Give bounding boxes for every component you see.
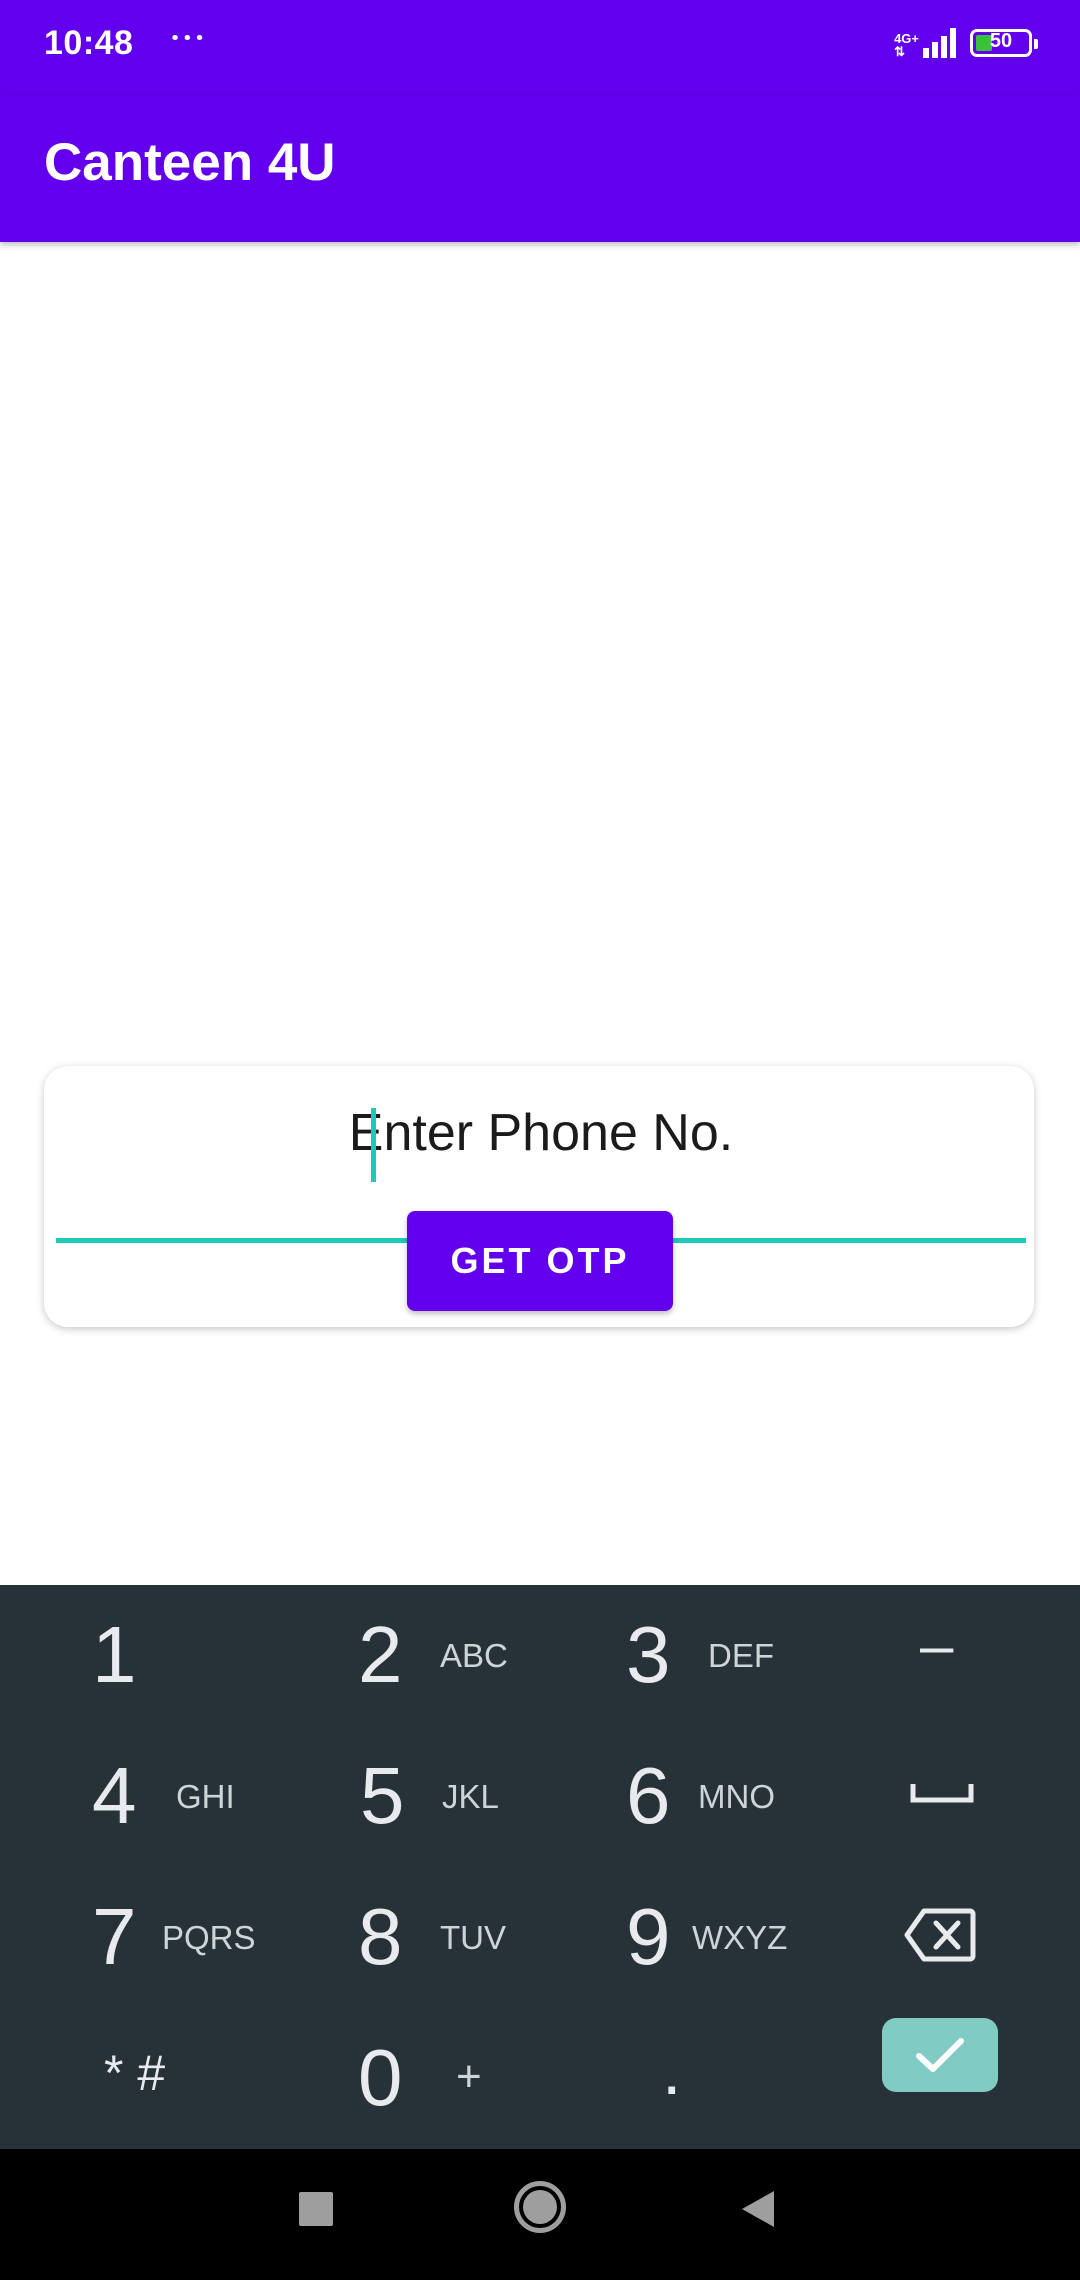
key-7[interactable]: 7 PQRS — [0, 1867, 270, 2008]
star-hash-label: * # — [104, 2045, 166, 2101]
key-7-letters: PQRS — [162, 1919, 256, 1956]
key-0[interactable]: 0 + — [270, 2008, 540, 2149]
back-button[interactable] — [722, 2173, 794, 2245]
recents-button[interactable] — [280, 2173, 352, 2245]
key-0-number: 0 — [358, 2033, 403, 2122]
key-3-letters: DEF — [708, 1637, 774, 1674]
key-9-number: 9 — [626, 1892, 671, 1981]
key-star-hash[interactable]: * # — [0, 2008, 270, 2149]
done-button[interactable] — [882, 2018, 998, 2092]
status-time: 10:48 — [44, 24, 134, 62]
notification-dots: ··· — [170, 18, 207, 58]
key-7-number: 7 — [92, 1892, 137, 1981]
key-5-letters: JKL — [442, 1778, 499, 1815]
key-3-number: 3 — [626, 1610, 671, 1699]
key-done[interactable] — [810, 2008, 1080, 2149]
key-2[interactable]: 2 ABC — [270, 1585, 540, 1726]
data-arrows-icon: ⇅ — [894, 44, 905, 59]
status-bar: 10:48 ··· 4G+ ⇅ 50 — [0, 0, 1080, 96]
minus-key-label: – — [920, 1612, 954, 1679]
app-bar: Canteen 4U — [0, 96, 1080, 242]
key-dot[interactable]: . — [540, 2008, 810, 2149]
login-card: GET OTP — [44, 1066, 1034, 1327]
key-6[interactable]: 6 MNO — [540, 1726, 810, 1867]
home-button[interactable] — [504, 2171, 576, 2243]
get-otp-button[interactable]: GET OTP — [407, 1211, 673, 1311]
key-9[interactable]: 9 WXYZ — [540, 1867, 810, 2008]
key-0-plus: + — [456, 2052, 482, 2101]
key-5[interactable]: 5 JKL — [270, 1726, 540, 1867]
key-2-letters: ABC — [440, 1637, 508, 1674]
battery-level: 50 — [989, 30, 1013, 52]
key-space[interactable] — [810, 1726, 1080, 1867]
key-backspace[interactable] — [810, 1867, 1080, 2008]
numeric-keyboard: 1 2 ABC 3 DEF – 4 GHI 5 JKL 6 MNO 7 PQRS… — [0, 1585, 1080, 2149]
key-6-letters: MNO — [698, 1778, 775, 1815]
key-4[interactable]: 4 GHI — [0, 1726, 270, 1867]
key-minus[interactable]: – — [810, 1585, 1080, 1726]
key-3[interactable]: 3 DEF — [540, 1585, 810, 1726]
key-9-letters: WXYZ — [692, 1919, 788, 1956]
signal-icon: 4G+ ⇅ — [894, 28, 956, 58]
key-4-letters: GHI — [176, 1778, 235, 1815]
checkmark-icon — [916, 2038, 964, 2072]
key-8-number: 8 — [358, 1892, 403, 1981]
circle-icon — [514, 2181, 566, 2233]
text-cursor — [371, 1108, 376, 1182]
status-icons: 4G+ ⇅ 50 — [894, 28, 1038, 58]
key-6-number: 6 — [626, 1751, 671, 1840]
square-icon — [299, 2192, 333, 2226]
key-8[interactable]: 8 TUV — [270, 1867, 540, 2008]
phone-input[interactable] — [56, 1092, 1026, 1174]
space-icon — [910, 1784, 974, 1803]
key-4-number: 4 — [92, 1751, 137, 1840]
key-1[interactable]: 1 — [0, 1585, 270, 1726]
app-title: Canteen 4U — [44, 133, 336, 192]
key-1-number: 1 — [92, 1610, 137, 1699]
battery-icon: 50 — [970, 29, 1038, 57]
key-5-number: 5 — [360, 1751, 405, 1840]
key-2-number: 2 — [358, 1610, 403, 1699]
system-nav-bar — [0, 2149, 1080, 2280]
key-8-letters: TUV — [440, 1919, 506, 1956]
back-triangle-icon — [742, 2191, 774, 2227]
backspace-icon — [904, 1908, 976, 1962]
dot-key-label: . — [662, 2031, 682, 2109]
